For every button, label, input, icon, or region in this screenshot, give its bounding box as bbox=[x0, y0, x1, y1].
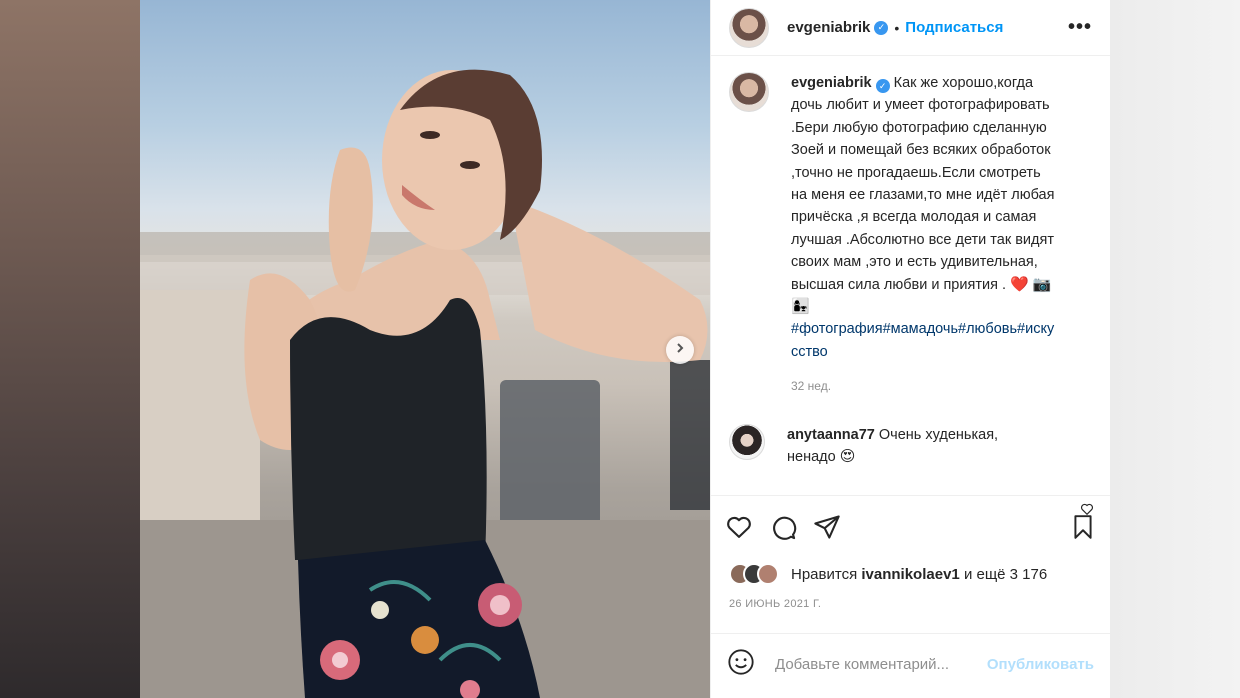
comment-like-heart-icon[interactable] bbox=[1080, 502, 1094, 521]
post-header: evgeniabrik ✓ • Подписаться ••• bbox=[711, 0, 1110, 56]
share-icon[interactable] bbox=[813, 513, 841, 546]
caption-line: своих мам ,это и есть удивительная, bbox=[791, 254, 1038, 271]
caption-line: ,точно не прогадаешь.Если смотреть bbox=[791, 164, 1041, 181]
caption-line: Как же хорошо,когда bbox=[893, 75, 1034, 91]
commenter-avatar[interactable] bbox=[729, 423, 765, 460]
emoji-icon[interactable] bbox=[727, 648, 755, 681]
background-right bbox=[1110, 0, 1240, 698]
comments-section: evgeniabrik ✓ Как же хорошо,когда дочь лю… bbox=[711, 56, 1110, 516]
comment-text: anytaanna77 Очень худенькая, ненадо 😍 bbox=[787, 424, 1047, 469]
liker-avatar bbox=[757, 563, 779, 585]
caption-line: высшая сила любви и приятия . bbox=[791, 276, 1006, 293]
liker-avatars bbox=[729, 563, 779, 585]
post-photo bbox=[140, 0, 710, 698]
hashtags-cont[interactable]: сство bbox=[791, 344, 828, 360]
separator-dot: • bbox=[894, 19, 900, 36]
comment-input[interactable]: Добавьте комментарий... bbox=[775, 656, 949, 673]
action-bar bbox=[711, 496, 1110, 562]
likes-text: Нравится ivannikolaev1 и ещё 3 176 bbox=[791, 566, 1047, 583]
more-options-icon[interactable]: ••• bbox=[1068, 16, 1092, 39]
comment-line: Очень худенькая, bbox=[878, 426, 999, 443]
post-date: 26 ИЮНЬ 2021 Г. bbox=[711, 586, 1110, 634]
likes-suffix[interactable]: и ещё 3 176 bbox=[964, 566, 1047, 583]
next-photo-button[interactable] bbox=[666, 336, 694, 364]
post-time[interactable]: 32 нед. bbox=[791, 375, 1092, 397]
likes-row: Нравится ivannikolaev1 и ещё 3 176 bbox=[711, 562, 1110, 586]
caption-line: причёска ,я всегда молодая и самая bbox=[791, 209, 1037, 226]
follow-button[interactable]: Подписаться bbox=[905, 19, 1003, 36]
caption-username[interactable]: evgeniabrik bbox=[791, 75, 872, 91]
add-comment-bar: Добавьте комментарий... Опубликовать bbox=[711, 634, 1110, 694]
caption: evgeniabrik ✓ Как же хорошо,когда дочь лю… bbox=[729, 72, 1092, 398]
likes-prefix: Нравится bbox=[791, 565, 858, 583]
author-username[interactable]: evgeniabrik bbox=[787, 19, 870, 36]
caption-avatar[interactable] bbox=[729, 72, 769, 112]
author-avatar[interactable] bbox=[729, 7, 769, 48]
commenter-username[interactable]: anytaanna77 bbox=[787, 427, 875, 443]
comment-icon[interactable] bbox=[769, 513, 797, 546]
comment-line: ненадо bbox=[787, 449, 836, 466]
caption-emoji: ❤️ 📷 bbox=[1010, 275, 1052, 293]
hashtags[interactable]: #фотография#мамадочь#любовь#иску bbox=[791, 321, 1054, 337]
caption-line: на меня ее глазами,то мне идёт любая bbox=[791, 187, 1055, 204]
caption-line: .Бери любую фотографию сделанную bbox=[791, 119, 1047, 136]
chevron-right-icon bbox=[674, 341, 686, 359]
caption-line: дочь любит и умеет фотографировать bbox=[791, 97, 1050, 114]
heart-icon[interactable] bbox=[725, 513, 753, 546]
comment-item: anytaanna77 Очень худенькая, ненадо 😍 bbox=[729, 423, 1092, 469]
likes-user[interactable]: ivannikolaev1 bbox=[861, 566, 959, 583]
comment-emoji: 😍 bbox=[839, 448, 856, 466]
caption-emoji-2: 👩‍👧 bbox=[791, 298, 810, 316]
verified-icon: ✓ bbox=[874, 20, 889, 35]
post-panel: evgeniabrik ✓ • Подписаться ••• evgeniab… bbox=[710, 0, 1110, 698]
caption-line: Зоей и помещай без всяких обработок bbox=[791, 142, 1051, 159]
background-left bbox=[0, 0, 140, 698]
caption-line: лучшая .Абсолютно все дети так видят bbox=[791, 231, 1054, 248]
verified-icon: ✓ bbox=[875, 79, 890, 94]
publish-button[interactable]: Опубликовать bbox=[987, 656, 1094, 673]
caption-text: evgeniabrik ✓ Как же хорошо,когда дочь лю… bbox=[791, 72, 1092, 398]
